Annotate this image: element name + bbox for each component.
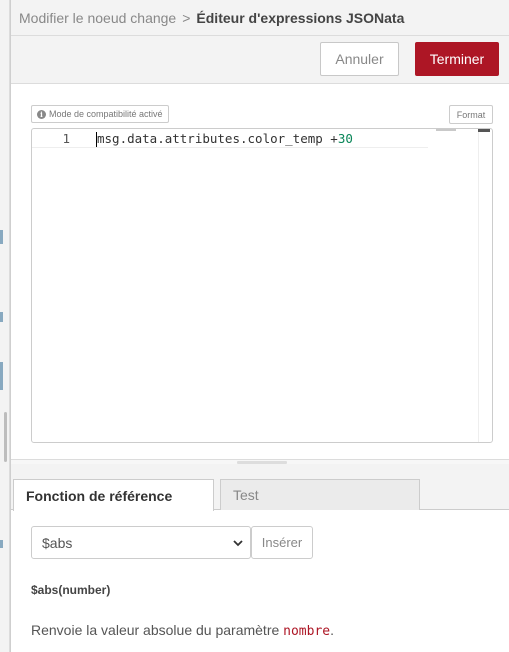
breadcrumb-parent[interactable]: Modifier le noeud change <box>19 10 176 26</box>
function-description: Renvoie la valeur absolue du paramètre n… <box>31 622 334 639</box>
breadcrumb-current: Éditeur d'expressions JSONata <box>196 9 405 26</box>
tab-test[interactable]: Test <box>220 479 420 510</box>
function-select[interactable]: $abs <box>31 526 251 559</box>
editor-scrollbar-thumb[interactable] <box>478 129 490 132</box>
code-number-literal: 30 <box>337 131 353 146</box>
gutter-mark <box>0 230 3 244</box>
underlying-editor-gutter <box>0 0 10 652</box>
code-text[interactable]: msg.data.attributes.color_temp +30 <box>96 131 353 147</box>
description-suffix: . <box>330 622 335 638</box>
function-select-value: $abs <box>42 534 73 551</box>
format-button[interactable]: Format <box>449 105 493 124</box>
expression-editor-tray: Modifier le noeud change > Éditeur d'exp… <box>10 0 509 652</box>
gutter-mark <box>0 362 3 390</box>
gutter-mark <box>0 312 3 322</box>
compatibility-mode-label: Mode de compatibilité activé <box>49 109 163 119</box>
insert-button[interactable]: Insérer <box>251 526 313 559</box>
description-param: nombre <box>283 624 331 639</box>
compatibility-mode-badge: i Mode de compatibilité activé <box>31 105 169 123</box>
panel-tabs: Fonction de référence Test <box>11 464 509 511</box>
description-text: Renvoie la valeur absolue du paramètre <box>31 622 280 638</box>
chevron-down-icon <box>233 540 243 547</box>
line-number: 1 <box>62 131 70 146</box>
cancel-button[interactable]: Annuler <box>320 42 399 76</box>
tray-toolbar: Annuler Terminer <box>11 36 509 84</box>
done-button[interactable]: Terminer <box>415 42 499 76</box>
editor-scrollbar[interactable] <box>478 129 492 442</box>
tab-function-reference[interactable]: Fonction de référence <box>13 479 214 511</box>
info-icon: i <box>37 109 46 119</box>
function-signature: $abs(number) <box>31 583 111 597</box>
minimap-preview[interactable] <box>436 129 456 131</box>
gutter-scrollbar[interactable] <box>4 412 7 462</box>
expression-code-editor[interactable]: 1 msg.data.attributes.color_temp +30 <box>31 128 493 443</box>
gutter-mark <box>0 540 3 548</box>
reference-panel: Fonction de référence Test $abs Insérer … <box>11 464 509 652</box>
breadcrumb-separator: > <box>182 9 191 26</box>
code-line[interactable]: 1 msg.data.attributes.color_temp +30 <box>32 130 428 148</box>
tray-header: Modifier le noeud change > Éditeur d'exp… <box>11 0 509 36</box>
code-expression: msg.data.attributes.color_temp + <box>97 131 338 146</box>
